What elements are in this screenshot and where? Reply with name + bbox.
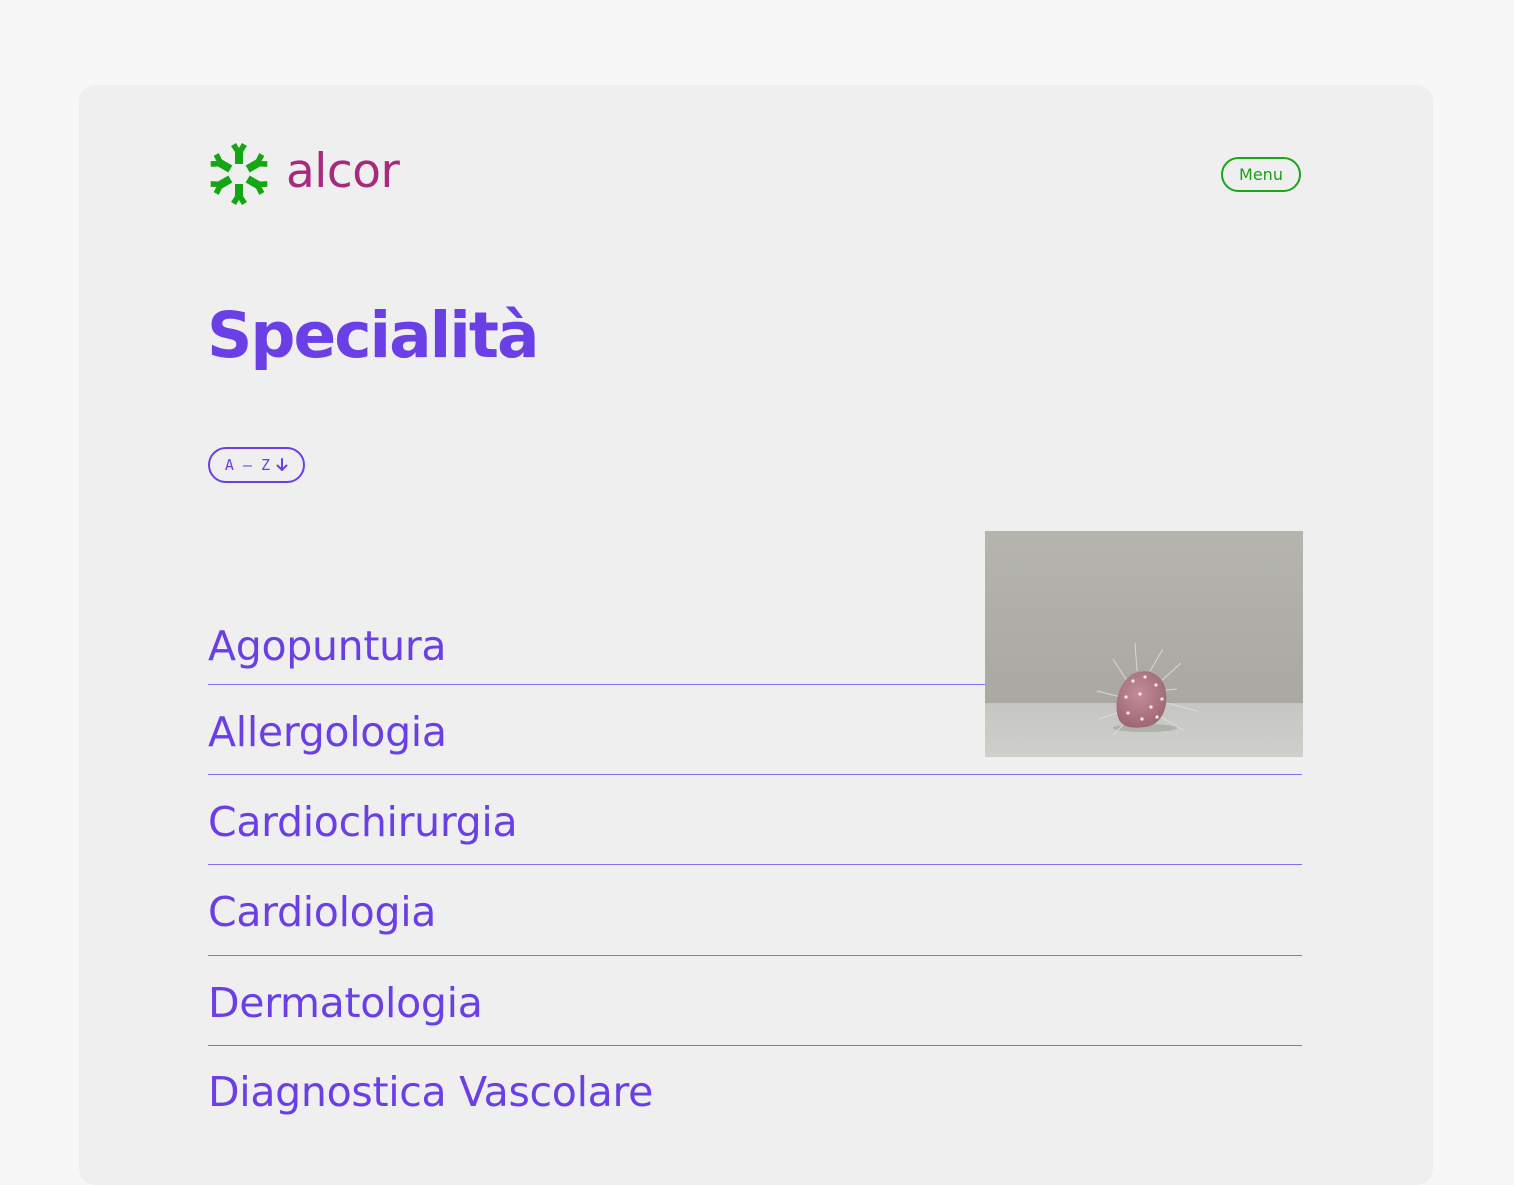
arrow-down-icon: [276, 458, 288, 471]
specialty-item-allergologia[interactable]: Allergologia: [208, 706, 447, 758]
menu-button[interactable]: Menu: [1221, 157, 1301, 192]
specialty-item-cardiochirurgia[interactable]: Cardiochirurgia: [208, 796, 518, 848]
brand-name: alcor: [286, 143, 400, 199]
brand-logo[interactable]: alcor: [208, 142, 400, 206]
specialty-item-agopuntura[interactable]: Agopuntura: [208, 620, 447, 672]
list-divider: [208, 774, 1302, 775]
list-divider: [208, 864, 1302, 865]
specialty-item-dermatologia[interactable]: Dermatologia: [208, 977, 483, 1029]
specialty-item-diagnostica-vascolare[interactable]: Diagnostica Vascolare: [208, 1066, 653, 1118]
specialty-preview-photo: [985, 531, 1303, 757]
asterisk-logo-icon: [208, 143, 270, 205]
list-divider: [208, 684, 985, 685]
sort-label: A – Z: [224, 456, 271, 474]
list-divider: [208, 955, 1302, 956]
specialty-item-cardiologia[interactable]: Cardiologia: [208, 886, 436, 938]
sort-az-button[interactable]: A – Z: [208, 447, 305, 483]
list-divider: [208, 1045, 1302, 1046]
page-title: Specialità: [207, 299, 539, 372]
